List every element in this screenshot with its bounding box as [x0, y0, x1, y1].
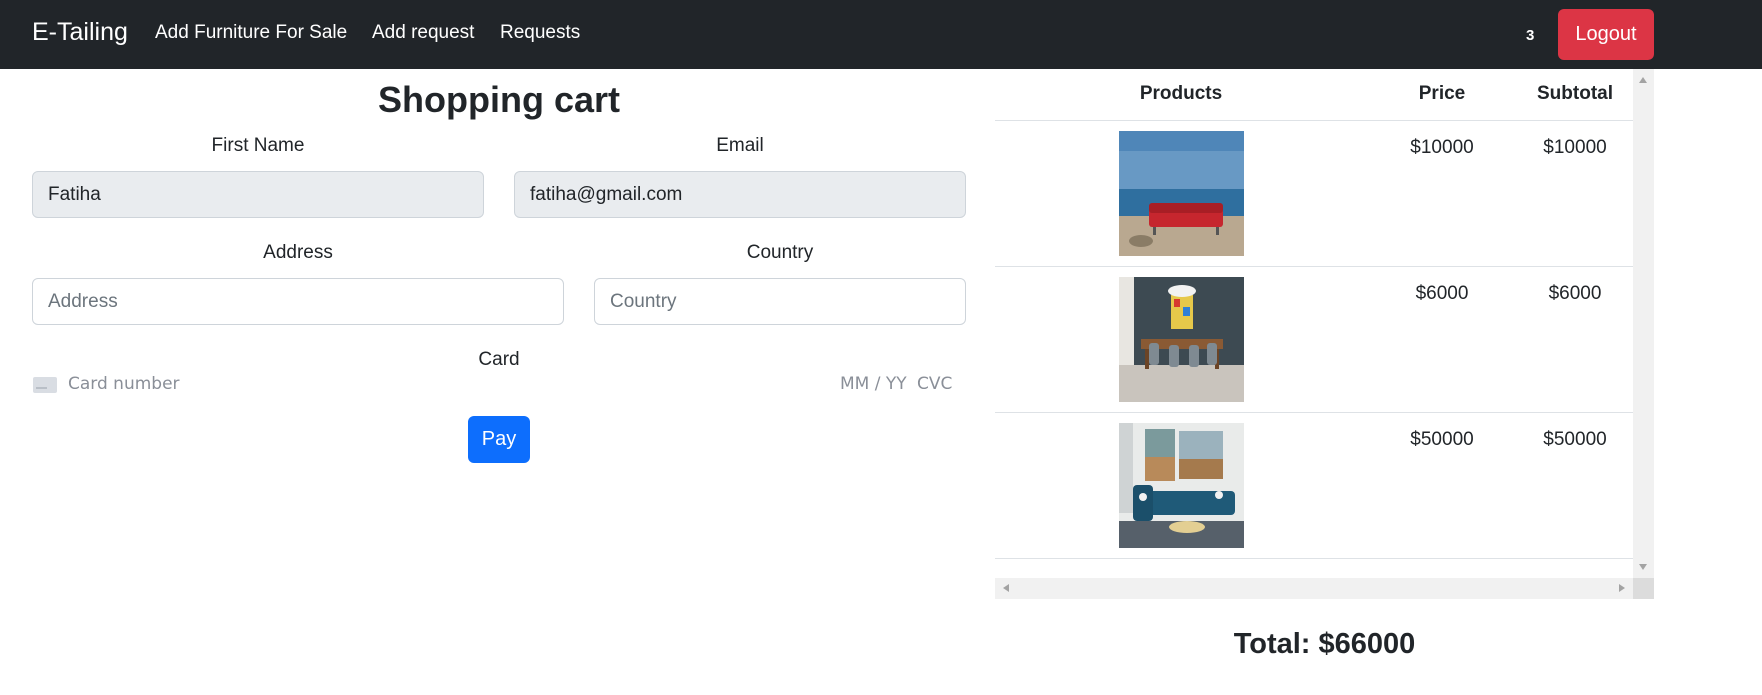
subtotal-cell: $10000	[1517, 120, 1633, 267]
scrollbar-corner	[1633, 578, 1654, 599]
cart-count-badge[interactable]: 3	[1526, 27, 1534, 44]
address-label: Address	[263, 242, 333, 263]
horizontal-scrollbar[interactable]	[995, 578, 1633, 599]
logout-button[interactable]: Logout	[1558, 9, 1654, 60]
product-cell	[995, 120, 1367, 267]
cart-table: Products Price Subtotal $10000 $10000 $6…	[995, 69, 1633, 559]
first-name-field[interactable]	[32, 171, 484, 218]
subtotal-cell: $6000	[1517, 266, 1633, 413]
pay-button[interactable]: Pay	[468, 416, 530, 463]
product-cell	[995, 412, 1367, 559]
scroll-up-arrow-icon[interactable]	[1639, 77, 1647, 83]
card-number-input[interactable]: Card number	[68, 374, 180, 394]
card-element[interactable]: Card number MM / YY CVC	[32, 372, 966, 398]
nav-add-request-link[interactable]: Add request	[372, 22, 474, 44]
nav-requests-link[interactable]: Requests	[500, 22, 580, 44]
credit-card-icon	[33, 377, 57, 393]
card-cvc-input[interactable]: CVC	[917, 374, 952, 394]
navbar: E-Tailing Add Furniture For Sale Add req…	[0, 0, 1762, 69]
table-header-row: Products Price Subtotal	[995, 69, 1633, 121]
email-field[interactable]	[514, 171, 966, 218]
products-header: Products	[995, 69, 1367, 121]
subtotal-cell: $50000	[1517, 412, 1633, 559]
country-label: Country	[746, 242, 814, 263]
vertical-scrollbar[interactable]	[1633, 69, 1654, 578]
cart-table-scroll[interactable]: Products Price Subtotal $10000 $10000 $6…	[995, 69, 1633, 578]
cart-table-panel[interactable]: Products Price Subtotal $10000 $10000 $6…	[995, 69, 1654, 599]
scroll-left-arrow-icon[interactable]	[1003, 584, 1009, 592]
cart-total: Total: $66000	[1233, 628, 1416, 660]
nav-add-furniture-link[interactable]: Add Furniture For Sale	[155, 22, 347, 44]
price-header: Price	[1367, 69, 1517, 121]
table-row: $10000 $10000	[995, 120, 1633, 267]
price-cell: $6000	[1367, 266, 1517, 413]
page-title: Shopping cart	[378, 79, 620, 120]
table-row: $6000 $6000	[995, 266, 1633, 413]
product-image-red-sofa	[1119, 130, 1244, 256]
brand-link[interactable]: E-Tailing	[32, 18, 128, 47]
table-row: $50000 $50000	[995, 412, 1633, 559]
address-field[interactable]	[32, 278, 564, 325]
country-field[interactable]	[594, 278, 966, 325]
product-image-blue-sectional	[1119, 422, 1244, 548]
card-label: Card	[478, 349, 520, 370]
scroll-down-arrow-icon[interactable]	[1639, 564, 1647, 570]
scroll-right-arrow-icon[interactable]	[1619, 584, 1625, 592]
card-expiry-input[interactable]: MM / YY	[840, 374, 907, 394]
email-label: Email	[716, 135, 764, 156]
product-cell	[995, 266, 1367, 413]
price-cell: $10000	[1367, 120, 1517, 267]
first-name-label: First Name	[211, 135, 305, 156]
product-image-dining-table	[1119, 276, 1244, 402]
price-cell: $50000	[1367, 412, 1517, 559]
subtotal-header: Subtotal	[1517, 69, 1633, 121]
